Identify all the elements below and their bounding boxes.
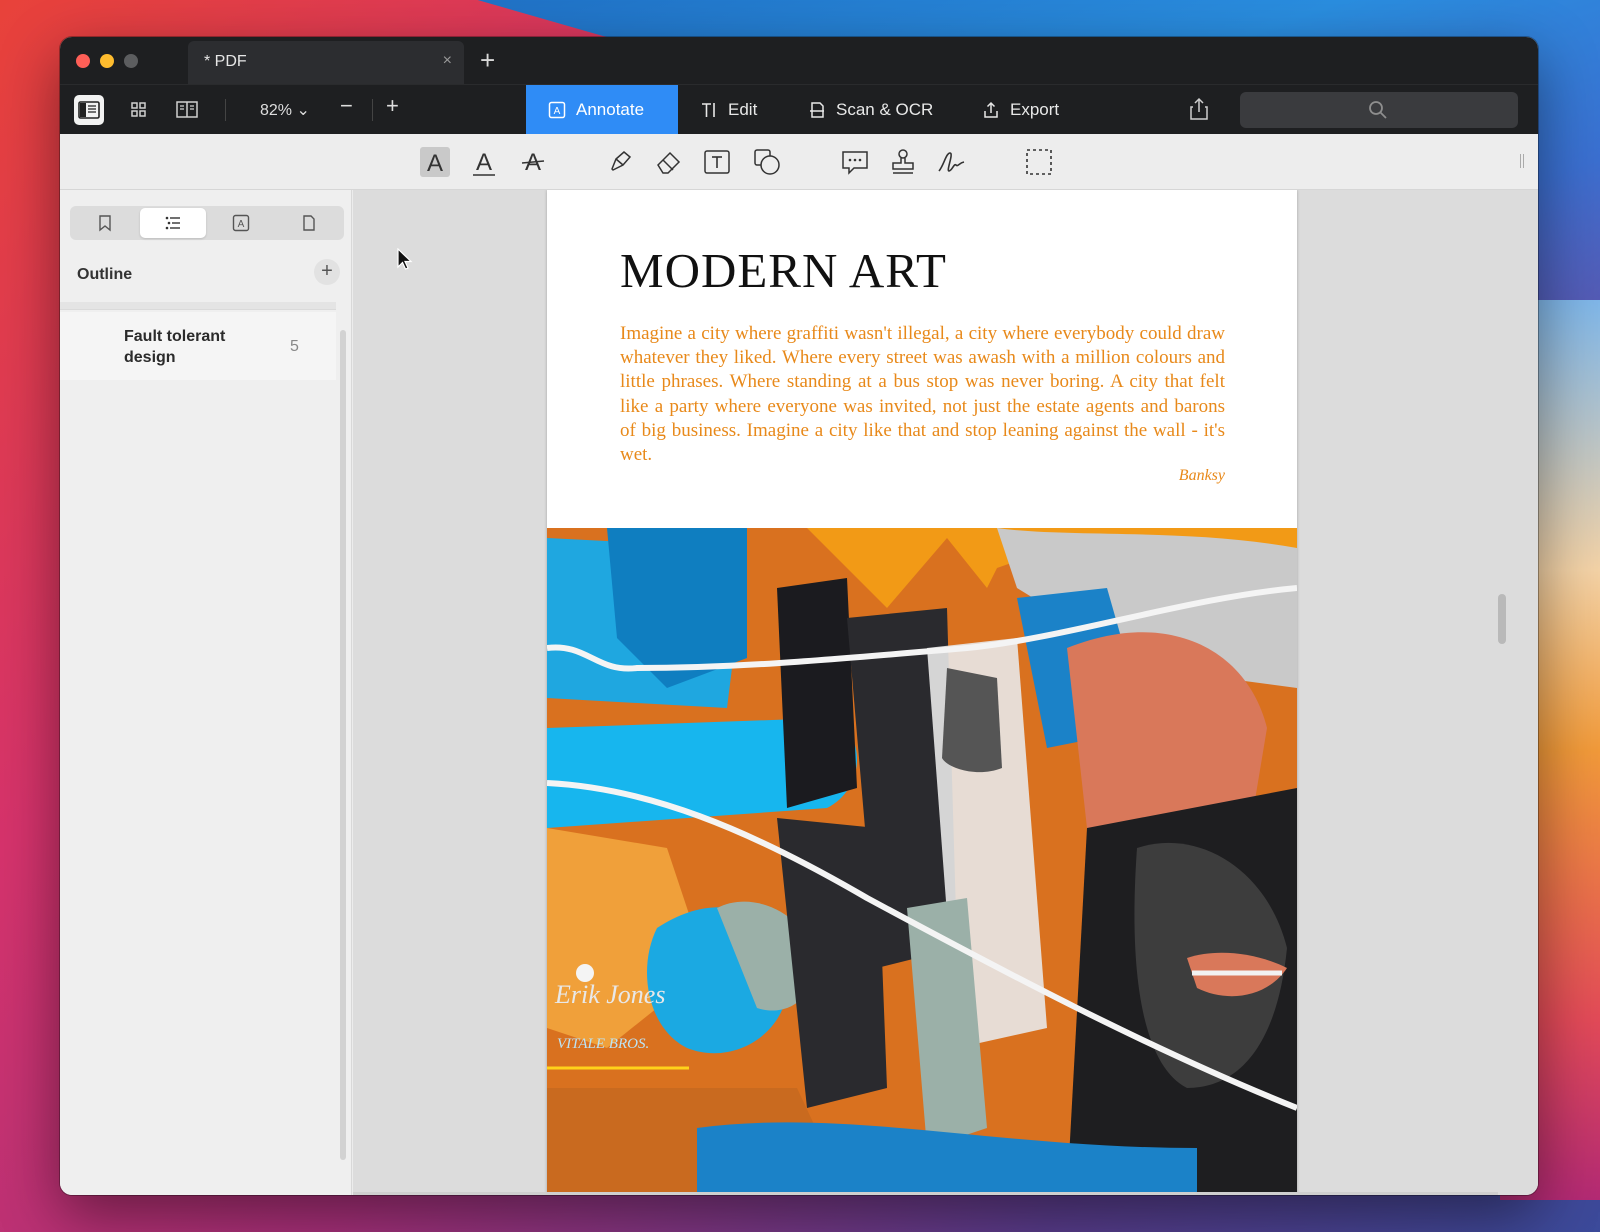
zoom-in-button[interactable]: + [386,93,399,119]
sidebar-toggle-icon[interactable] [74,95,104,125]
document-viewport[interactable]: MODERN ART Imagine a city where graffiti… [353,190,1538,1195]
quote-author: Banksy [1178,467,1225,484]
sidebar-segmented-control: A [70,206,344,240]
zoom-out-button[interactable]: − [340,93,353,119]
tab-export[interactable]: Export [960,85,1081,135]
sidebar-tab-bookmarks[interactable] [72,208,138,238]
reading-mode-icon[interactable] [172,97,202,123]
outline-item[interactable]: Fault tolerant design 5 [60,312,336,380]
bookmark-icon [99,215,111,232]
add-outline-button[interactable]: + [314,259,340,285]
main-toolbar: 82% ⌄ − + A Annotate Edit Scan & OCR Exp… [60,84,1538,135]
stamp-icon[interactable] [888,147,918,177]
app-window: * PDF × + 82% ⌄ − + A Annotate Edit Scan [60,37,1538,1195]
zoom-level-value: 82% [260,102,293,119]
annotate-icon: A [548,101,566,119]
document-horizontal-scrollbar[interactable] [353,1192,1498,1195]
signature-icon[interactable] [936,147,966,177]
export-icon [984,101,998,118]
tab-close-icon[interactable]: × [443,52,452,70]
tab-edit-label: Edit [728,100,758,119]
outline-heading: Outline [77,266,133,283]
outline-icon [165,216,180,230]
toolbar-drag-handle[interactable] [1520,154,1524,168]
tab-edit[interactable]: Edit [678,85,779,135]
sidebar: A Outline + Fault tolerant design 5 [60,190,352,1195]
svg-text:A: A [554,106,561,117]
svg-text:VITALE BROS.: VITALE BROS. [557,1036,649,1052]
strikethrough-text-icon[interactable]: A [518,147,548,177]
pdf-page[interactable]: MODERN ART Imagine a city where graffiti… [547,190,1297,1195]
sidebar-scrollbar[interactable] [340,330,346,1160]
page-title: MODERN ART [620,243,947,298]
zoom-window-button[interactable] [124,54,138,68]
search-input[interactable] [1240,92,1518,128]
tab-export-label: Export [1010,100,1060,119]
svg-text:A: A [476,149,492,176]
svg-text:A: A [427,150,443,177]
svg-text:A: A [238,219,245,230]
edit-text-icon [702,103,715,117]
sidebar-tab-outline[interactable] [140,208,206,238]
outline-item-page: 5 [290,338,299,355]
search-icon [1369,101,1387,119]
area-select-icon[interactable] [1024,147,1054,177]
scan-icon [810,102,824,118]
tab-scan-ocr-label: Scan & OCR [836,100,934,119]
street-art-image: Erik Jones VITALE BROS. [547,528,1297,1195]
tab-annotate[interactable]: A Annotate [526,85,678,135]
outline-divider [60,302,336,310]
minimize-window-button[interactable] [100,54,114,68]
share-icon[interactable] [1188,97,1210,126]
mouse-cursor-icon [397,248,413,270]
document-tab[interactable]: * PDF × [188,41,464,84]
title-bar: * PDF × + [60,37,1538,84]
pages-icon [303,215,315,231]
highlighter-pen-icon[interactable] [606,147,636,177]
zoom-level-select[interactable]: 82% ⌄ [260,100,310,120]
annotations-icon: A [232,214,250,232]
annotation-toolbar: A A A [60,134,1538,190]
sidebar-tab-annotations[interactable]: A [208,208,274,238]
quote-text: Imagine a city where graffiti wasn't ill… [620,323,1225,466]
toolbar-divider [225,99,226,121]
new-tab-button[interactable]: + [480,45,495,76]
underline-text-icon[interactable]: A [469,147,499,177]
close-window-button[interactable] [76,54,90,68]
comment-icon[interactable] [840,147,870,177]
highlight-text-icon[interactable]: A [420,147,450,177]
eraser-icon[interactable] [654,147,684,177]
shapes-icon[interactable] [752,147,782,177]
tab-scan-ocr[interactable]: Scan & OCR [786,85,955,135]
document-scrollbar[interactable] [1498,594,1506,644]
tab-annotate-label: Annotate [576,100,645,119]
tab-title: * PDF [204,53,247,70]
text-box-icon[interactable] [702,147,732,177]
svg-text:Erik Jones: Erik Jones [554,980,665,1009]
sidebar-tab-pages[interactable] [276,208,342,238]
toolbar-divider [372,99,373,121]
outline-item-title: Fault tolerant design [124,328,226,366]
thumbnail-grid-icon[interactable] [124,97,154,123]
chevron-down-icon: ⌄ [296,102,310,119]
